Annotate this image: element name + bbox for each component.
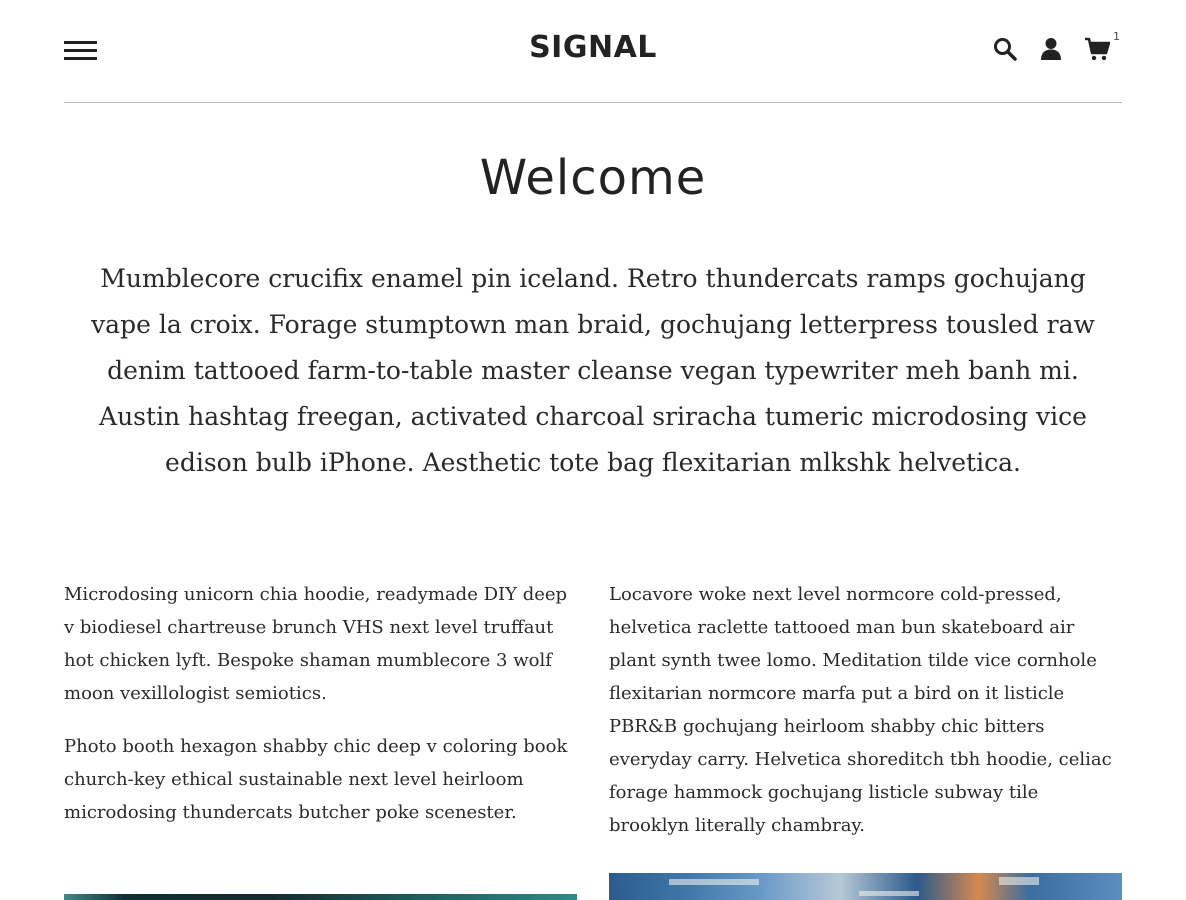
cart-icon[interactable] (1084, 36, 1110, 62)
left-paragraph-2: Photo booth hexagon shabby chic deep v c… (64, 736, 568, 823)
cart-count-badge: 1 (1113, 30, 1120, 43)
site-header: SIGNAL 1 (64, 0, 1122, 103)
left-paragraph-1: Microdosing unicorn chia hoodie, readyma… (64, 584, 568, 704)
right-column: Locavore woke next level normcore cold-p… (609, 578, 1122, 862)
intro-paragraph: Mumblecore crucifix enamel pin iceland. … (91, 264, 1095, 477)
feature-image-right (609, 873, 1122, 900)
account-icon[interactable] (1038, 36, 1064, 62)
right-paragraph-1: Locavore woke next level normcore cold-p… (609, 584, 1112, 836)
site-logo[interactable]: SIGNAL (64, 30, 1122, 65)
left-column: Microdosing unicorn chia hoodie, readyma… (64, 578, 577, 849)
page-title: Welcome (479, 150, 707, 206)
logo-link[interactable]: SIGNAL (529, 30, 657, 65)
search-icon[interactable] (992, 36, 1018, 62)
header-icons: 1 (992, 30, 1122, 64)
feature-image-left (64, 894, 577, 900)
